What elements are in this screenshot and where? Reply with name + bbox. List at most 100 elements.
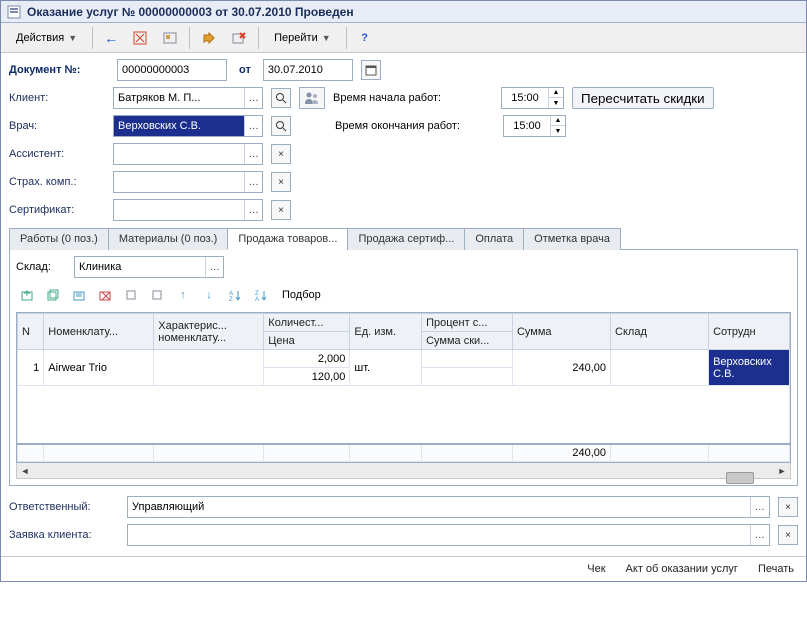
sort-desc-button[interactable]: ZA: [250, 284, 272, 306]
col-qty[interactable]: Количест...: [264, 314, 350, 332]
assistant-field[interactable]: …: [113, 143, 263, 165]
recalc-button[interactable]: Пересчитать скидки: [572, 87, 714, 109]
cell-unit[interactable]: шт.: [350, 350, 422, 386]
calendar-button[interactable]: [361, 60, 381, 80]
order-field[interactable]: …: [127, 524, 770, 546]
col-discs[interactable]: Сумма ски...: [422, 332, 513, 350]
sklad-input[interactable]: [75, 257, 205, 277]
sort-asc-button[interactable]: AZ: [224, 284, 246, 306]
col-discp[interactable]: Процент с...: [422, 314, 513, 332]
ellipsis-button[interactable]: …: [244, 88, 262, 108]
edit-row-button[interactable]: [68, 284, 90, 306]
clear-order-button[interactable]: ×: [778, 525, 798, 545]
goto-dropdown[interactable]: Перейти ▼: [265, 26, 340, 50]
doctor-field[interactable]: …: [113, 115, 263, 137]
ellipsis-button[interactable]: …: [205, 257, 223, 277]
tab-materials[interactable]: Материалы (0 поз.): [108, 228, 229, 250]
cell-sklad[interactable]: [611, 350, 709, 386]
spin-up[interactable]: ▲: [551, 116, 565, 126]
order-input[interactable]: [128, 525, 750, 545]
ins-field[interactable]: …: [113, 171, 263, 193]
client-field[interactable]: …: [113, 87, 263, 109]
resp-field[interactable]: …: [127, 496, 770, 518]
sklad-field[interactable]: …: [74, 256, 224, 278]
col-char[interactable]: Характерис... номенклату...: [154, 314, 264, 350]
clear-ins-button[interactable]: ×: [271, 172, 291, 192]
time-start-input[interactable]: [502, 88, 548, 108]
col-nomen[interactable]: Номенклату...: [44, 314, 154, 350]
ellipsis-button[interactable]: …: [244, 200, 262, 220]
table-row[interactable]: 1 Airwear Trio 2,000 шт. 240,00 Верховск…: [18, 350, 790, 368]
cell-n[interactable]: 1: [18, 350, 44, 386]
scroll-right-button[interactable]: ►: [774, 464, 790, 478]
ins-input[interactable]: [114, 172, 244, 192]
resp-input[interactable]: [128, 497, 750, 517]
time-start-spin[interactable]: ▲▼: [501, 87, 564, 109]
col-n[interactable]: N: [18, 314, 44, 350]
docnum-input[interactable]: [118, 60, 226, 80]
delete-row-button[interactable]: [94, 284, 116, 306]
clear-assistant-button[interactable]: ×: [271, 144, 291, 164]
ellipsis-button[interactable]: …: [244, 116, 262, 136]
col-price[interactable]: Цена: [264, 332, 350, 350]
spin-up[interactable]: ▲: [549, 88, 563, 98]
search-client-button[interactable]: [271, 88, 291, 108]
toolbar-btn-2[interactable]: [157, 26, 183, 50]
clear-cert-button[interactable]: ×: [271, 200, 291, 220]
col-emp[interactable]: Сотрудн: [709, 314, 790, 350]
back-button[interactable]: ←: [99, 26, 123, 50]
tool-btn-6[interactable]: [146, 284, 168, 306]
time-end-input[interactable]: [504, 116, 550, 136]
tab-payment[interactable]: Оплата: [464, 228, 524, 250]
col-sklad[interactable]: Склад: [611, 314, 709, 350]
cell-qty[interactable]: 2,000: [264, 350, 350, 368]
cell-emp[interactable]: Верховских С.В.: [709, 350, 790, 386]
cert-field[interactable]: …: [113, 199, 263, 221]
assistant-input[interactable]: [114, 144, 244, 164]
ellipsis-button[interactable]: …: [750, 497, 769, 517]
doctor-input[interactable]: [114, 116, 244, 136]
scroll-left-button[interactable]: ◄: [17, 464, 33, 478]
docdate-input[interactable]: [264, 60, 352, 80]
search-doctor-button[interactable]: [271, 116, 291, 136]
tab-doctor-mark[interactable]: Отметка врача: [523, 228, 621, 250]
col-sum[interactable]: Сумма: [512, 314, 610, 350]
move-down-button[interactable]: ↓: [198, 284, 220, 306]
cell-sum[interactable]: 240,00: [512, 350, 610, 386]
ellipsis-button[interactable]: …: [750, 525, 769, 545]
toolbar-btn-4[interactable]: [226, 26, 252, 50]
cell-price[interactable]: 120,00: [264, 368, 350, 386]
goods-grid[interactable]: N Номенклату... Характерис... номенклату…: [16, 312, 791, 463]
grid-empty-area[interactable]: [18, 386, 790, 444]
move-up-button[interactable]: ↑: [172, 284, 194, 306]
clear-resp-button[interactable]: ×: [778, 497, 798, 517]
cell-discs[interactable]: [422, 368, 513, 386]
cell-discp[interactable]: [422, 350, 513, 368]
grid-hscrollbar[interactable]: ◄ ►: [16, 463, 791, 479]
cert-input[interactable]: [114, 200, 244, 220]
cell-nomen[interactable]: Airwear Trio: [44, 350, 154, 386]
toolbar-btn-3[interactable]: [196, 26, 222, 50]
add-row-button[interactable]: [16, 284, 38, 306]
copy-row-button[interactable]: [42, 284, 64, 306]
footer-act[interactable]: Акт об оказании услуг: [626, 563, 738, 575]
time-end-spin[interactable]: ▲▼: [503, 115, 566, 137]
footer-check[interactable]: Чек: [587, 563, 605, 575]
scroll-thumb[interactable]: [726, 472, 754, 484]
tab-certificates[interactable]: Продажа сертиф...: [347, 228, 465, 250]
people-button[interactable]: [299, 87, 325, 109]
toolbar-btn-1[interactable]: [127, 26, 153, 50]
help-button[interactable]: ?: [353, 26, 377, 50]
spin-down[interactable]: ▼: [549, 98, 563, 108]
podbor-button[interactable]: Подбор: [282, 289, 321, 301]
actions-dropdown[interactable]: Действия ▼: [7, 26, 86, 50]
spin-down[interactable]: ▼: [551, 126, 565, 136]
ellipsis-button[interactable]: …: [244, 144, 262, 164]
tool-btn-5[interactable]: [120, 284, 142, 306]
ellipsis-button[interactable]: …: [244, 172, 262, 192]
docdate-field[interactable]: [263, 59, 353, 81]
col-unit[interactable]: Ед. изм.: [350, 314, 422, 350]
footer-print[interactable]: Печать: [758, 563, 794, 575]
docnum-field[interactable]: [117, 59, 227, 81]
tab-goods[interactable]: Продажа товаров...: [227, 228, 348, 250]
